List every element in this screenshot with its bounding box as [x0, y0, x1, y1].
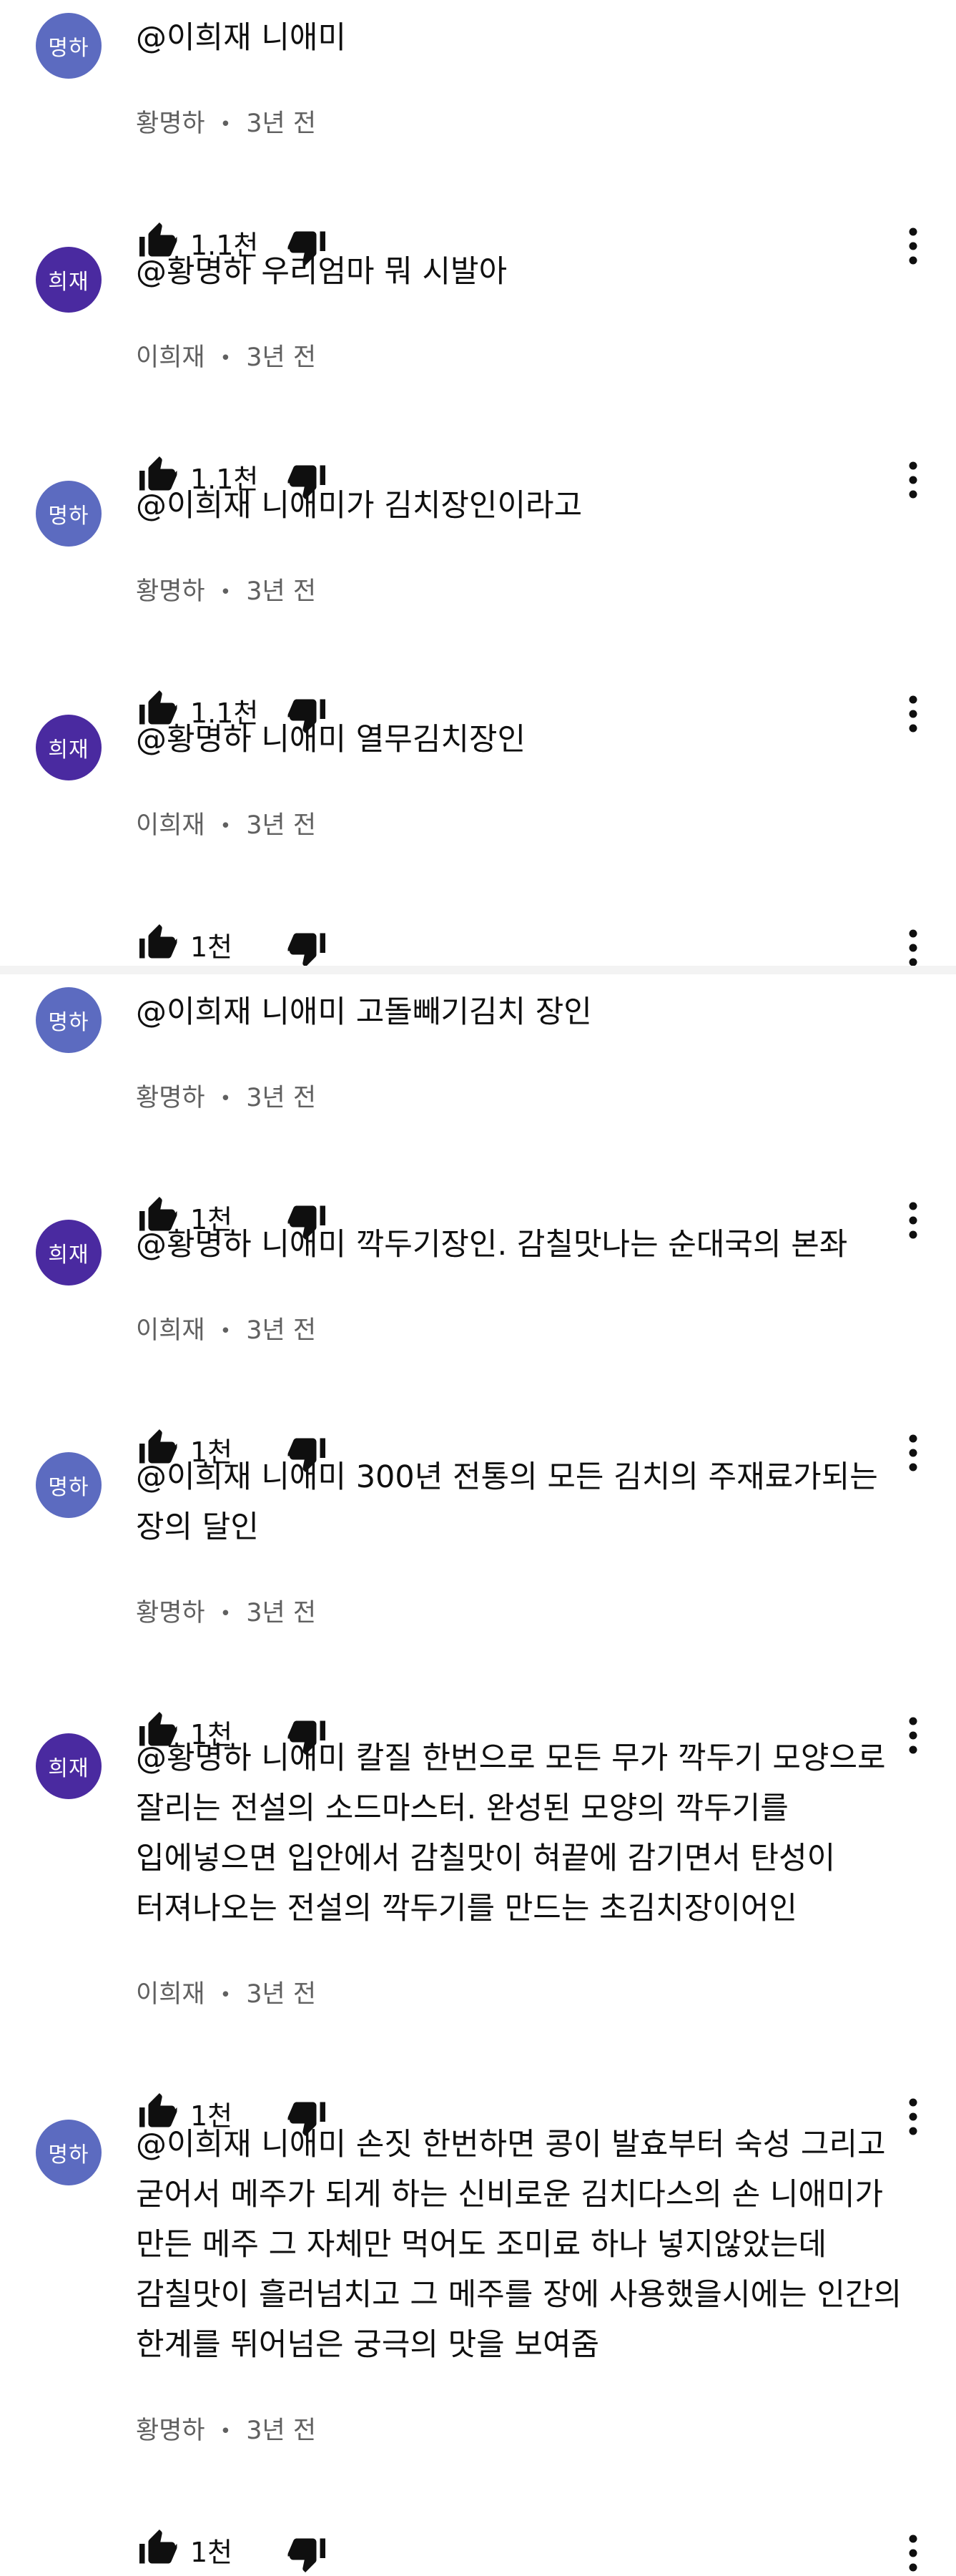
- comment-time: 3년 전: [246, 577, 317, 606]
- comment-item: 희재 @황명하 우리엄마 뭐 시발아 이희재 • 3년 전 1.1천: [0, 234, 956, 499]
- avatar[interactable]: 희재: [36, 1733, 102, 1799]
- comment-time: 3년 전: [246, 1980, 317, 2009]
- comment-item: 명하 @이희재 니애미 300년 전통의 모든 김치의 주재료가되는 장의 달인…: [0, 1439, 956, 1755]
- more-vert-icon: [899, 2532, 927, 2575]
- comment-text: @이희재 니애미 고돌빼기김치 장인: [136, 994, 592, 1030]
- dislike-button[interactable]: [286, 928, 329, 971]
- comment-text: @황명하 니애미 깍두기장인. 감칠맛나는 순대국의 본좌: [136, 1227, 848, 1263]
- segment-divider: [0, 966, 956, 974]
- comment-author[interactable]: 이희재: [136, 343, 205, 372]
- avatar-initials: 명하: [48, 36, 89, 61]
- meta-separator: •: [220, 348, 232, 369]
- comment-actions: 1천: [136, 921, 956, 971]
- comment-item: 명하 @이희재 니애미 고돌빼기김치 장인 황명하 • 3년 전 1천: [0, 974, 956, 1240]
- comment-author[interactable]: 황명하: [136, 109, 205, 138]
- comment-actions: 1천: [136, 2526, 956, 2576]
- meta-separator: •: [220, 1321, 232, 1342]
- comment-time: 3년 전: [246, 2416, 317, 2445]
- reply-segment-2: 명하 @이희재 니애미 고돌빼기김치 장인 황명하 • 3년 전 1천 희재 @…: [0, 974, 956, 2572]
- meta-separator: •: [220, 582, 232, 603]
- more-options-button[interactable]: [899, 926, 927, 969]
- more-vert-icon: [899, 926, 927, 969]
- like-count: 1천: [190, 931, 233, 963]
- comment-text: @황명하 니애미 열무김치장인: [136, 722, 526, 758]
- avatar-initials: 희재: [48, 738, 89, 763]
- comment-author[interactable]: 황명하: [136, 1599, 205, 1627]
- comment-meta: 황명하 • 3년 전: [136, 2410, 316, 2447]
- meta-separator: •: [220, 1088, 232, 1110]
- comment-time: 3년 전: [246, 1599, 317, 1627]
- comment-meta: 이희재 • 3년 전: [136, 805, 316, 841]
- comment-author[interactable]: 황명하: [136, 2416, 205, 2445]
- avatar[interactable]: 명하: [36, 2120, 102, 2185]
- avatar[interactable]: 희재: [36, 715, 102, 780]
- dislike-button[interactable]: [286, 2533, 329, 2576]
- comment-item: 명하 @이희재 니애미 손짓 한번하면 콩이 발효부터 숙성 그리고 굳어서 메…: [0, 2107, 956, 2572]
- avatar-initials: 명하: [48, 1475, 89, 1500]
- comment-time: 3년 전: [246, 1316, 317, 1345]
- like-button[interactable]: [136, 2526, 179, 2569]
- avatar-initials: 명하: [48, 504, 89, 529]
- comment-meta: 황명하 • 3년 전: [136, 571, 316, 607]
- thumbs-down-icon: [286, 2533, 329, 2576]
- avatar[interactable]: 명하: [36, 481, 102, 547]
- comment-thread: 명하 @이희재 니애미 황명하 • 3년 전 1.1천 희재 @황명하 우리엄마…: [0, 0, 956, 2572]
- avatar-initials: 명하: [48, 2142, 89, 2168]
- avatar[interactable]: 명하: [36, 13, 102, 79]
- like-count: 1천: [190, 2537, 233, 2568]
- comment-author[interactable]: 황명하: [136, 577, 205, 606]
- comment-time: 3년 전: [246, 109, 317, 138]
- meta-separator: •: [220, 114, 232, 135]
- reply-segment-1: 명하 @이희재 니애미 황명하 • 3년 전 1.1천 희재 @황명하 우리엄마…: [0, 0, 956, 967]
- meta-separator: •: [220, 1984, 232, 2006]
- comment-text: @황명하 니애미 칼질 한번으로 모든 무가 깍두기 모양으로 잘리는 전설의 …: [136, 1740, 886, 1926]
- comment-meta: 황명하 • 3년 전: [136, 1077, 316, 1114]
- avatar-initials: 희재: [48, 1243, 89, 1268]
- comment-item: 명하 @이희재 니애미 황명하 • 3년 전 1.1천: [0, 0, 956, 265]
- comment-author[interactable]: 이희재: [136, 811, 205, 840]
- comment-time: 3년 전: [246, 811, 317, 840]
- comment-item: 희재 @황명하 니애미 칼질 한번으로 모든 무가 깍두기 모양으로 잘리는 전…: [0, 1720, 956, 2136]
- comment-text: @이희재 니애미가 김치장인이라고: [136, 488, 583, 524]
- meta-separator: •: [220, 1603, 232, 1625]
- like-button[interactable]: [136, 921, 179, 964]
- comment-item: 명하 @이희재 니애미가 김치장인이라고 황명하 • 3년 전 1.1천: [0, 468, 956, 733]
- comment-author[interactable]: 이희재: [136, 1316, 205, 1345]
- comment-text: @이희재 니애미 손짓 한번하면 콩이 발효부터 숙성 그리고 굳어서 메주가 …: [136, 2127, 902, 2363]
- comment-meta: 이희재 • 3년 전: [136, 337, 316, 373]
- comment-meta: 이희재 • 3년 전: [136, 1974, 316, 2010]
- avatar-initials: 명하: [48, 1010, 89, 1035]
- comment-time: 3년 전: [246, 1084, 317, 1112]
- avatar[interactable]: 희재: [36, 1220, 102, 1285]
- avatar-initials: 희재: [48, 270, 89, 295]
- comment-item: 희재 @황명하 니애미 열무김치장인 이희재 • 3년 전 1천: [0, 702, 956, 967]
- comment-text: @이희재 니애미 300년 전통의 모든 김치의 주재료가되는 장의 달인: [136, 1459, 878, 1545]
- avatar[interactable]: 명하: [36, 1452, 102, 1518]
- comment-text: @이희재 니애미: [136, 20, 347, 56]
- comment-text: @황명하 우리엄마 뭐 시발아: [136, 254, 508, 290]
- comment-time: 3년 전: [246, 343, 317, 372]
- meta-separator: •: [220, 2421, 232, 2442]
- comment-item: 희재 @황명하 니애미 깍두기장인. 감칠맛나는 순대국의 본좌 이희재 • 3…: [0, 1207, 956, 1472]
- comment-meta: 황명하 • 3년 전: [136, 103, 316, 139]
- comment-meta: 이희재 • 3년 전: [136, 1310, 316, 1346]
- comment-author[interactable]: 황명하: [136, 1084, 205, 1112]
- meta-separator: •: [220, 816, 232, 837]
- thumbs-down-icon: [286, 928, 329, 971]
- comment-author[interactable]: 이희재: [136, 1980, 205, 2009]
- thumbs-up-icon: [136, 921, 179, 964]
- more-options-button[interactable]: [899, 2532, 927, 2575]
- avatar[interactable]: 명하: [36, 987, 102, 1053]
- avatar[interactable]: 희재: [36, 247, 102, 313]
- avatar-initials: 희재: [48, 1756, 89, 1781]
- comment-meta: 황명하 • 3년 전: [136, 1592, 316, 1629]
- thumbs-up-icon: [136, 2526, 179, 2569]
